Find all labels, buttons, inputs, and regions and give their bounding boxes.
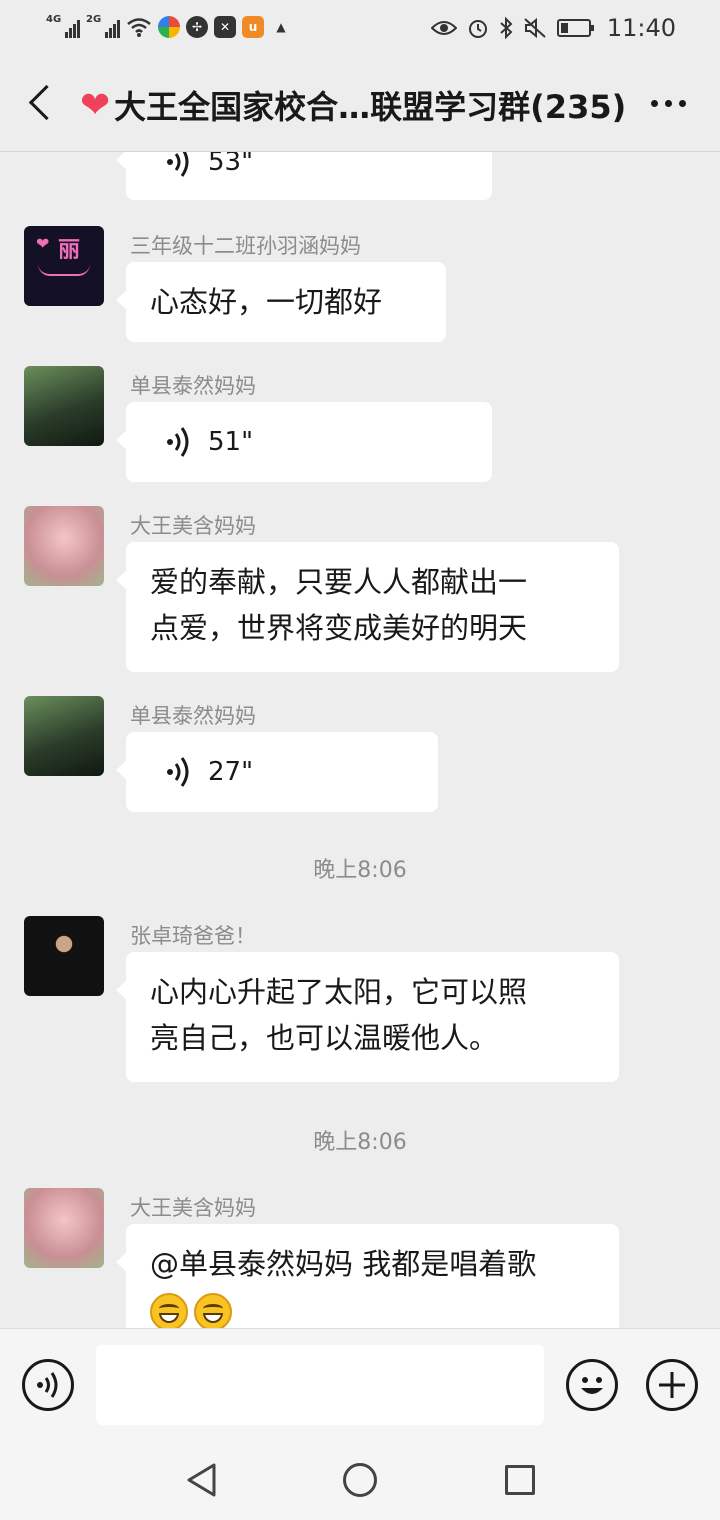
message-text-line: 心内心升起了太阳，它可以照 [150,975,528,1009]
sender-name: 三年级十二班孙羽涵妈妈 [130,234,361,258]
message-list[interactable]: 53" 丽 ❤ 三年级十二班孙羽涵妈妈 心态好，一切都好 单县泰然妈妈 51" … [0,152,720,1328]
message-text-line: 点爱，世界将变成美好的明天 [150,611,528,645]
voice-message-bubble[interactable]: 51" [116,402,492,482]
message-text-line: 亮自己，也可以温暖他人。 [150,1021,499,1055]
avatar[interactable] [24,366,104,446]
signal-icon-2: 2G [86,14,120,40]
bluetooth-icon [500,17,513,39]
alarm-icon [468,20,487,38]
signal-icon: 4G [46,14,80,40]
voice-duration: 27" [208,757,254,787]
avatar[interactable] [24,506,104,586]
chat-title-text: 大王全国家校合…联盟学习群(235) [114,88,627,126]
voice-wave-icon [167,427,189,457]
avatar[interactable] [24,916,104,996]
avatar[interactable]: 丽 ❤ [24,226,104,306]
sender-name: 大王美含妈妈 [130,514,256,538]
avatar[interactable] [24,1188,104,1268]
heart-icon: ❤ [36,234,50,253]
grin-emoji-row [150,1287,595,1328]
status-bar: 4G 2G ✢ ✕ u ▲ 11:40 [0,0,720,56]
smile-icon [581,1377,603,1394]
grin-emoji-icon [150,1293,188,1328]
text-message-bubble[interactable]: 心态好，一切都好 [116,262,446,342]
nav-recents-button[interactable] [505,1465,535,1495]
network-type-label-2: 2G [86,14,102,25]
sender-name: 单县泰然妈妈 [130,704,256,728]
text-message-bubble[interactable]: @单县泰然妈妈 我都是唱着歌 [116,1224,619,1328]
message-text: 心态好，一切都好 [150,285,383,319]
status-right-icons: 11:40 [430,14,676,42]
voice-wave-icon [37,1372,58,1398]
battery-icon [556,19,594,37]
voice-wave-icon [167,152,189,177]
eye-icon [430,21,457,35]
app-icon-colorful [158,16,180,38]
sender-name: 张卓琦爸爸！ [130,924,256,948]
status-left-icons: 4G 2G ✢ ✕ u ▲ [46,14,292,40]
input-bar [0,1328,720,1440]
nav-home-button[interactable] [343,1463,377,1497]
voice-duration: 53" [208,152,254,177]
text-message-bubble[interactable]: 爱的奉献，只要人人都献出一 点爱，世界将变成美好的明天 [116,542,619,672]
sender-name: 大王美含妈妈 [130,1196,256,1220]
message-text-line: @单县泰然妈妈 我都是唱着歌 [150,1247,537,1281]
sender-name: 单县泰然妈妈 [130,374,256,398]
mute-icon [524,17,546,39]
chat-header: ❤ 大王全国家校合…联盟学习群(235) [0,56,720,152]
app-icon-aperture: ✢ [186,16,208,38]
app-icon-triangle: ▲ [270,16,292,38]
timestamp-separator: 晚上8:06 [313,858,407,883]
avatar-text: 丽 [58,238,81,263]
voice-input-button[interactable] [22,1359,74,1411]
wifi-icon [127,18,151,37]
nav-back-icon[interactable] [184,1462,220,1498]
avatar[interactable] [24,696,104,776]
system-nav-bar [0,1440,720,1520]
message-text-line: 爱的奉献，只要人人都献出一 [150,565,528,599]
chat-title: ❤ 大王全国家校合…联盟学习群(235) [80,80,640,130]
voice-message-bubble[interactable]: 53" [116,152,492,200]
add-more-button[interactable] [646,1359,698,1411]
voice-wave-icon [167,757,189,787]
back-button[interactable] [22,82,62,126]
voice-message-bubble[interactable]: 27" [116,732,438,812]
app-icon-uc: u [242,16,264,38]
clock: 11:40 [606,14,676,42]
text-message-bubble[interactable]: 心内心升起了太阳，它可以照 亮自己，也可以温暖他人。 [116,952,619,1082]
message-input[interactable] [96,1345,544,1425]
voice-duration: 51" [208,427,254,457]
app-icon-capcut: ✕ [214,16,236,38]
timestamp-separator: 晚上8:06 [313,1130,407,1155]
emoji-button[interactable] [566,1359,618,1411]
grin-emoji-icon [194,1293,232,1328]
heart-icon: ❤ [80,84,111,126]
network-type-label: 4G [46,14,62,25]
more-options-button[interactable] [651,100,686,107]
